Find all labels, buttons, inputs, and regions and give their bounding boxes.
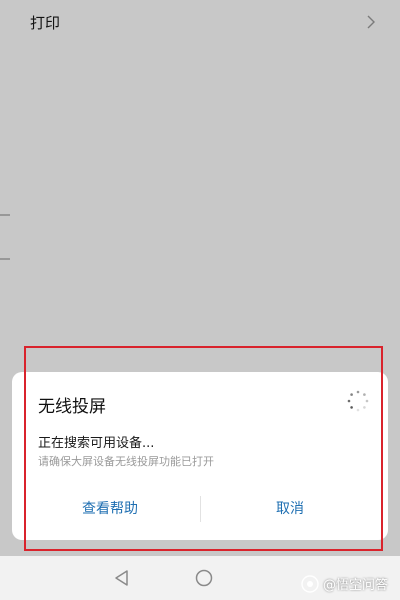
home-circle-icon[interactable] xyxy=(195,569,213,587)
watermark-text: @悟空问答 xyxy=(322,578,388,593)
wukong-logo-icon xyxy=(301,574,319,593)
back-triangle-icon[interactable] xyxy=(113,569,131,587)
watermark: @悟空问答 xyxy=(301,574,388,593)
red-highlight-frame xyxy=(24,346,383,551)
